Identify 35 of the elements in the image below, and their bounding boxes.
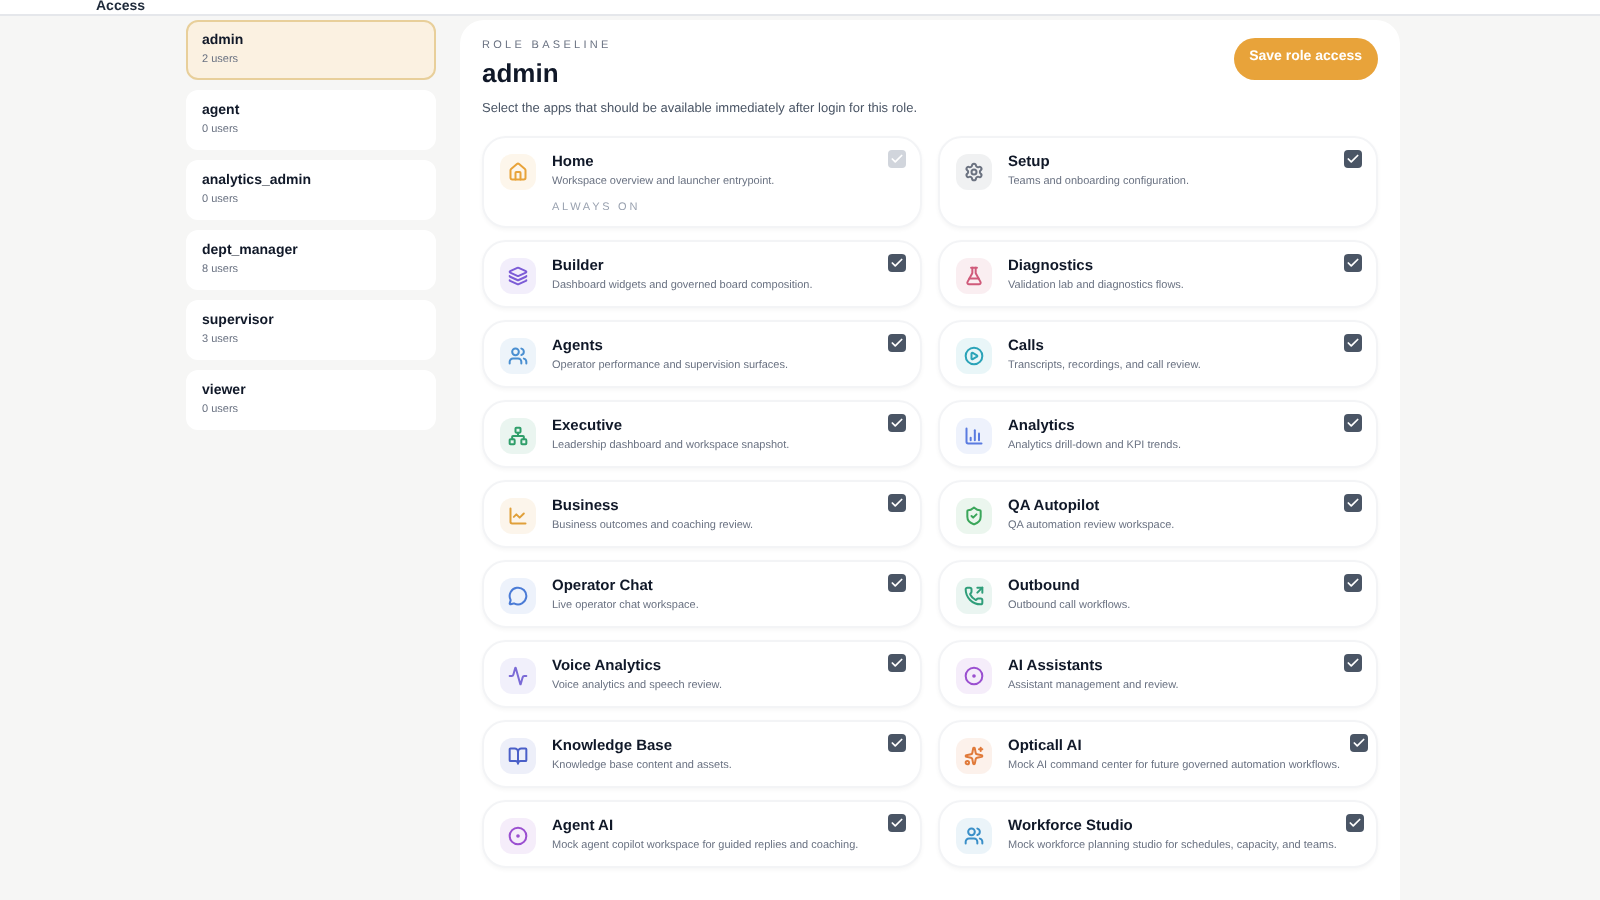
check-icon [1346, 576, 1360, 591]
check-icon [890, 256, 904, 271]
check-icon [890, 576, 904, 591]
checkbox[interactable] [888, 734, 906, 753]
check-icon [890, 736, 904, 751]
check-icon [1346, 496, 1360, 511]
checkbox[interactable] [1344, 254, 1362, 273]
check-icon [890, 656, 904, 671]
checkbox[interactable] [1344, 150, 1362, 168]
check-icon [890, 496, 904, 511]
check-icon [1348, 816, 1363, 831]
checkbox[interactable] [888, 814, 906, 833]
role-title: admin [482, 58, 561, 91]
checkbox[interactable] [1344, 414, 1362, 433]
check-icon [1346, 256, 1360, 271]
checkbox[interactable] [1344, 574, 1362, 593]
checkbox[interactable] [888, 334, 906, 353]
checkbox[interactable] [888, 574, 906, 593]
checkbox[interactable] [1350, 734, 1368, 753]
check-icon [1346, 656, 1360, 671]
check-icon [890, 816, 904, 831]
checkbox[interactable] [888, 494, 906, 513]
checkbox[interactable] [1344, 654, 1362, 673]
check-icon [1346, 416, 1360, 431]
check-icon [1352, 736, 1366, 751]
checkbox[interactable] [1344, 494, 1362, 513]
checkbox[interactable] [888, 654, 906, 673]
checkbox[interactable] [888, 254, 906, 273]
checkbox[interactable] [888, 414, 906, 433]
checkbox[interactable] [1344, 334, 1362, 353]
check-icon [1346, 152, 1360, 166]
check-icon [1346, 336, 1360, 351]
checkbox[interactable] [1346, 814, 1365, 833]
check-icon [890, 416, 904, 431]
check-icon [890, 336, 904, 351]
